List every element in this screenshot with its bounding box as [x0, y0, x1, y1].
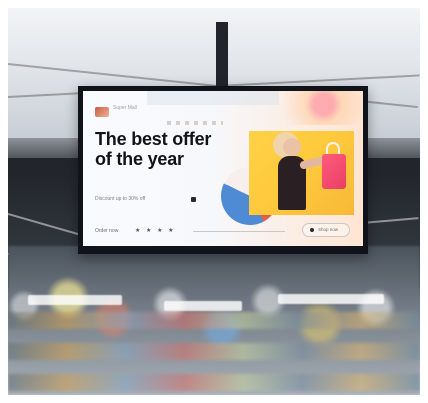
display-glow — [259, 91, 363, 125]
ad-subline: Discount up to 30% off — [95, 196, 146, 202]
hanging-display: Super Mall The best offer of the year Di… — [78, 86, 368, 254]
brand-logo-icon — [95, 107, 109, 117]
shop-now-button[interactable]: Shop now — [302, 223, 350, 237]
blurred-shelf-row-3 — [8, 374, 420, 391]
subline-marker-icon — [191, 197, 196, 202]
blurred-shelf-row-2 — [8, 343, 420, 360]
shopper-head — [283, 138, 301, 156]
bottom-divider — [193, 231, 285, 232]
store-light-bar-3 — [278, 294, 384, 304]
shopping-bag-icon — [322, 154, 346, 189]
shopper-photo — [249, 131, 354, 215]
brand-logo-text: Super Mall — [113, 105, 137, 111]
bottom-small-text: Order now — [95, 228, 119, 234]
store-light-bar-2 — [164, 301, 242, 311]
display-ad: Super Mall The best offer of the year Di… — [83, 91, 363, 246]
rating-stars-icon: ★ ★ ★ ★ — [135, 228, 176, 234]
store-light-bar-1 — [28, 295, 122, 305]
photo-frame: Super Mall The best offer of the year Di… — [0, 0, 428, 403]
decorative-dots — [167, 121, 223, 125]
store-scene: Super Mall The best offer of the year Di… — [8, 8, 420, 395]
blurred-shelf-row-1 — [8, 312, 420, 329]
cta-text: Shop now — [318, 227, 339, 232]
cta-dot-icon — [310, 228, 314, 232]
ad-headline: The best offer of the year — [95, 129, 212, 169]
